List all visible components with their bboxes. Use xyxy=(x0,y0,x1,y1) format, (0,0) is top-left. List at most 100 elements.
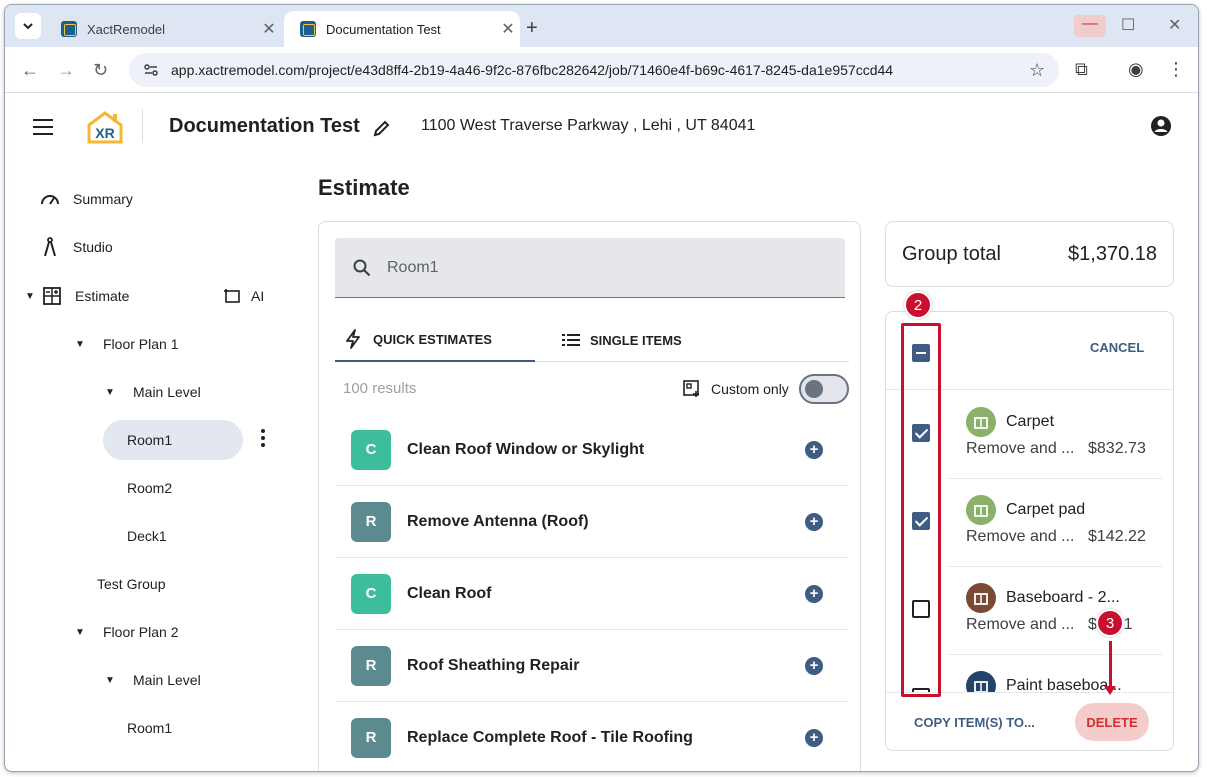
sidebar-item-label: Summary xyxy=(73,191,133,207)
window-close-button[interactable]: ✕ xyxy=(1168,15,1181,35)
sidebar-item-deck1[interactable]: Deck1 xyxy=(127,516,167,556)
sidebar-item-room2[interactable]: Room2 xyxy=(127,468,172,508)
list-item[interactable]: C Clean Roof Window or Skylight + xyxy=(335,414,849,486)
list-item[interactable]: R Replace Complete Roof - Tile Roofing + xyxy=(335,702,849,771)
extensions-icon[interactable]: ⧉ xyxy=(1075,59,1088,80)
caret-down-icon[interactable]: ▼ xyxy=(25,291,41,302)
caret-down-icon[interactable]: ▼ xyxy=(105,387,121,398)
sidebar-item-floor-plan-1[interactable]: ▼ Floor Plan 1 xyxy=(75,324,178,364)
item-name: Clean Roof Window or Skylight xyxy=(407,440,645,458)
sidebar-item-estimate[interactable]: ▼ Estimate xyxy=(25,276,129,316)
group-total-value: $1,370.18 xyxy=(1068,242,1157,265)
bookmark-star-icon[interactable]: ☆ xyxy=(1029,60,1059,81)
add-circle-icon[interactable]: + xyxy=(805,728,823,747)
site-settings-icon[interactable] xyxy=(143,62,159,78)
flooring-icon xyxy=(966,407,996,437)
xr-favicon-icon xyxy=(300,21,316,37)
group-list-item[interactable]: Carpet Remove and ... $832.73 xyxy=(966,406,1162,458)
search-box[interactable] xyxy=(335,238,845,298)
add-circle-icon[interactable]: + xyxy=(805,440,823,459)
copy-items-button[interactable]: COPY ITEM(S) TO... xyxy=(914,715,1035,730)
tab-title: XactRemodel xyxy=(87,21,166,37)
more-vert-icon[interactable] xyxy=(261,429,267,450)
sidebar-item-label: Room2 xyxy=(127,480,173,496)
search-icon xyxy=(353,259,371,276)
tab-single-items[interactable]: SINGLE ITEMS xyxy=(562,318,682,362)
project-title: Documentation Test xyxy=(169,115,360,137)
sidebar-item-label: Estimate xyxy=(75,288,130,304)
sidebar-item-label: Main Level xyxy=(133,672,201,688)
custom-only-toggle[interactable] xyxy=(798,374,849,404)
list-item[interactable]: R Remove Antenna (Roof) + xyxy=(335,486,849,558)
close-icon[interactable]: ✕ xyxy=(496,19,520,39)
tab-title: Documentation Test xyxy=(326,21,441,37)
header-divider xyxy=(142,109,143,143)
custom-only-control: Custom only xyxy=(683,374,849,404)
tab-search-button[interactable] xyxy=(15,13,41,39)
browser-tab-documentation-test[interactable]: Documentation Test ✕ xyxy=(284,11,520,47)
account-circle-icon[interactable] xyxy=(1150,115,1172,137)
delete-button[interactable]: DELETE xyxy=(1075,703,1149,741)
tab-quick-estimates[interactable]: QUICK ESTIMATES xyxy=(335,318,535,362)
calculator-icon xyxy=(43,287,61,305)
ai-sparkle-icon xyxy=(224,289,240,303)
group-list-item[interactable]: Baseboard - 2...Remove and ...$2..91 xyxy=(966,582,1162,634)
item-name: Remove Antenna (Roof) xyxy=(407,512,589,530)
sidebar-item-label: Main Level xyxy=(133,384,201,400)
profile-icon[interactable]: ◉ xyxy=(1128,59,1144,80)
estimate-tabs: QUICK ESTIMATES SINGLE ITEMS xyxy=(335,318,849,362)
sidebar-item-main-level-2[interactable]: ▼ Main Level xyxy=(105,660,201,700)
sidebar: Summary Studio ▼ Estimate AI ▼ Floor Pla… xyxy=(5,165,305,771)
app-header: XR Documentation Test 1100 West Traverse… xyxy=(5,93,1198,165)
close-icon[interactable]: ✕ xyxy=(257,19,281,39)
sidebar-item-label: Studio xyxy=(73,239,113,255)
sidebar-item-room1-selected[interactable] xyxy=(103,420,243,460)
add-circle-icon[interactable]: + xyxy=(805,584,823,603)
list-item[interactable]: C Clean Roof + xyxy=(335,558,849,630)
sidebar-item-summary[interactable]: Summary xyxy=(39,179,133,219)
sidebar-item-studio[interactable]: Studio xyxy=(39,227,113,267)
forward-arrow-icon[interactable]: → xyxy=(57,60,75,81)
sidebar-item-label: Test Group xyxy=(97,576,166,592)
group-item-price: $832.73 xyxy=(1088,440,1146,457)
menu-dots-icon[interactable]: ⋮ xyxy=(1167,59,1185,80)
sidebar-item-label: Floor Plan 2 xyxy=(103,624,179,640)
list-item[interactable]: R Roof Sheathing Repair + xyxy=(335,630,849,702)
group-item-desc: Remove and ... xyxy=(966,528,1075,545)
caret-down-icon[interactable]: ▼ xyxy=(75,627,91,638)
sidebar-item-label: Floor Plan 1 xyxy=(103,336,179,352)
new-tab-button[interactable]: + xyxy=(526,17,538,40)
reload-icon[interactable]: ↻ xyxy=(93,60,108,81)
address-bar[interactable]: app.xactremodel.com/project/e43d8ff4-2b1… xyxy=(129,53,1059,87)
item-name: Clean Roof xyxy=(407,584,492,602)
sidebar-item-room1-floor2[interactable]: Room1 xyxy=(127,708,172,748)
search-input[interactable] xyxy=(387,258,807,277)
caret-down-icon[interactable]: ▼ xyxy=(75,339,91,350)
group-list-item[interactable]: Carpet pad Remove and ... $142.22 xyxy=(966,494,1162,546)
group-item-desc: Remove and ... xyxy=(966,440,1075,457)
sidebar-item-room1[interactable]: Room1 xyxy=(127,420,172,460)
browser-tab-xactremodel[interactable]: XactRemodel ✕ xyxy=(45,11,281,47)
pencil-edit-icon[interactable] xyxy=(373,119,391,137)
divider xyxy=(948,566,1162,567)
sidebar-item-main-level[interactable]: ▼ Main Level xyxy=(105,372,201,412)
list-icon xyxy=(562,334,580,346)
minimize-button[interactable]: — xyxy=(1074,15,1106,37)
item-type-badge: C xyxy=(351,429,391,470)
item-name: Replace Complete Roof - Tile Roofing xyxy=(407,728,693,746)
browser-window: XactRemodel ✕ Documentation Test ✕ + — ☐… xyxy=(4,4,1199,772)
hamburger-menu-icon[interactable] xyxy=(33,119,53,135)
cancel-button[interactable]: CANCEL xyxy=(1090,340,1144,355)
back-arrow-icon[interactable]: ← xyxy=(21,60,39,81)
lightning-bolt-icon xyxy=(346,329,360,349)
maximize-button[interactable]: ☐ xyxy=(1121,15,1135,35)
group-item-price: $142.22 xyxy=(1088,528,1146,545)
tab-strip: XactRemodel ✕ Documentation Test ✕ + — ☐… xyxy=(5,5,1198,47)
baseboard-icon xyxy=(966,583,996,613)
caret-down-icon[interactable]: ▼ xyxy=(105,675,121,686)
add-circle-icon[interactable]: + xyxy=(805,512,823,531)
add-circle-icon[interactable]: + xyxy=(805,656,823,675)
sidebar-item-test-group[interactable]: Test Group xyxy=(97,564,165,604)
ai-button[interactable]: AI xyxy=(221,276,264,316)
sidebar-item-floor-plan-2[interactable]: ▼ Floor Plan 2 xyxy=(75,612,178,652)
